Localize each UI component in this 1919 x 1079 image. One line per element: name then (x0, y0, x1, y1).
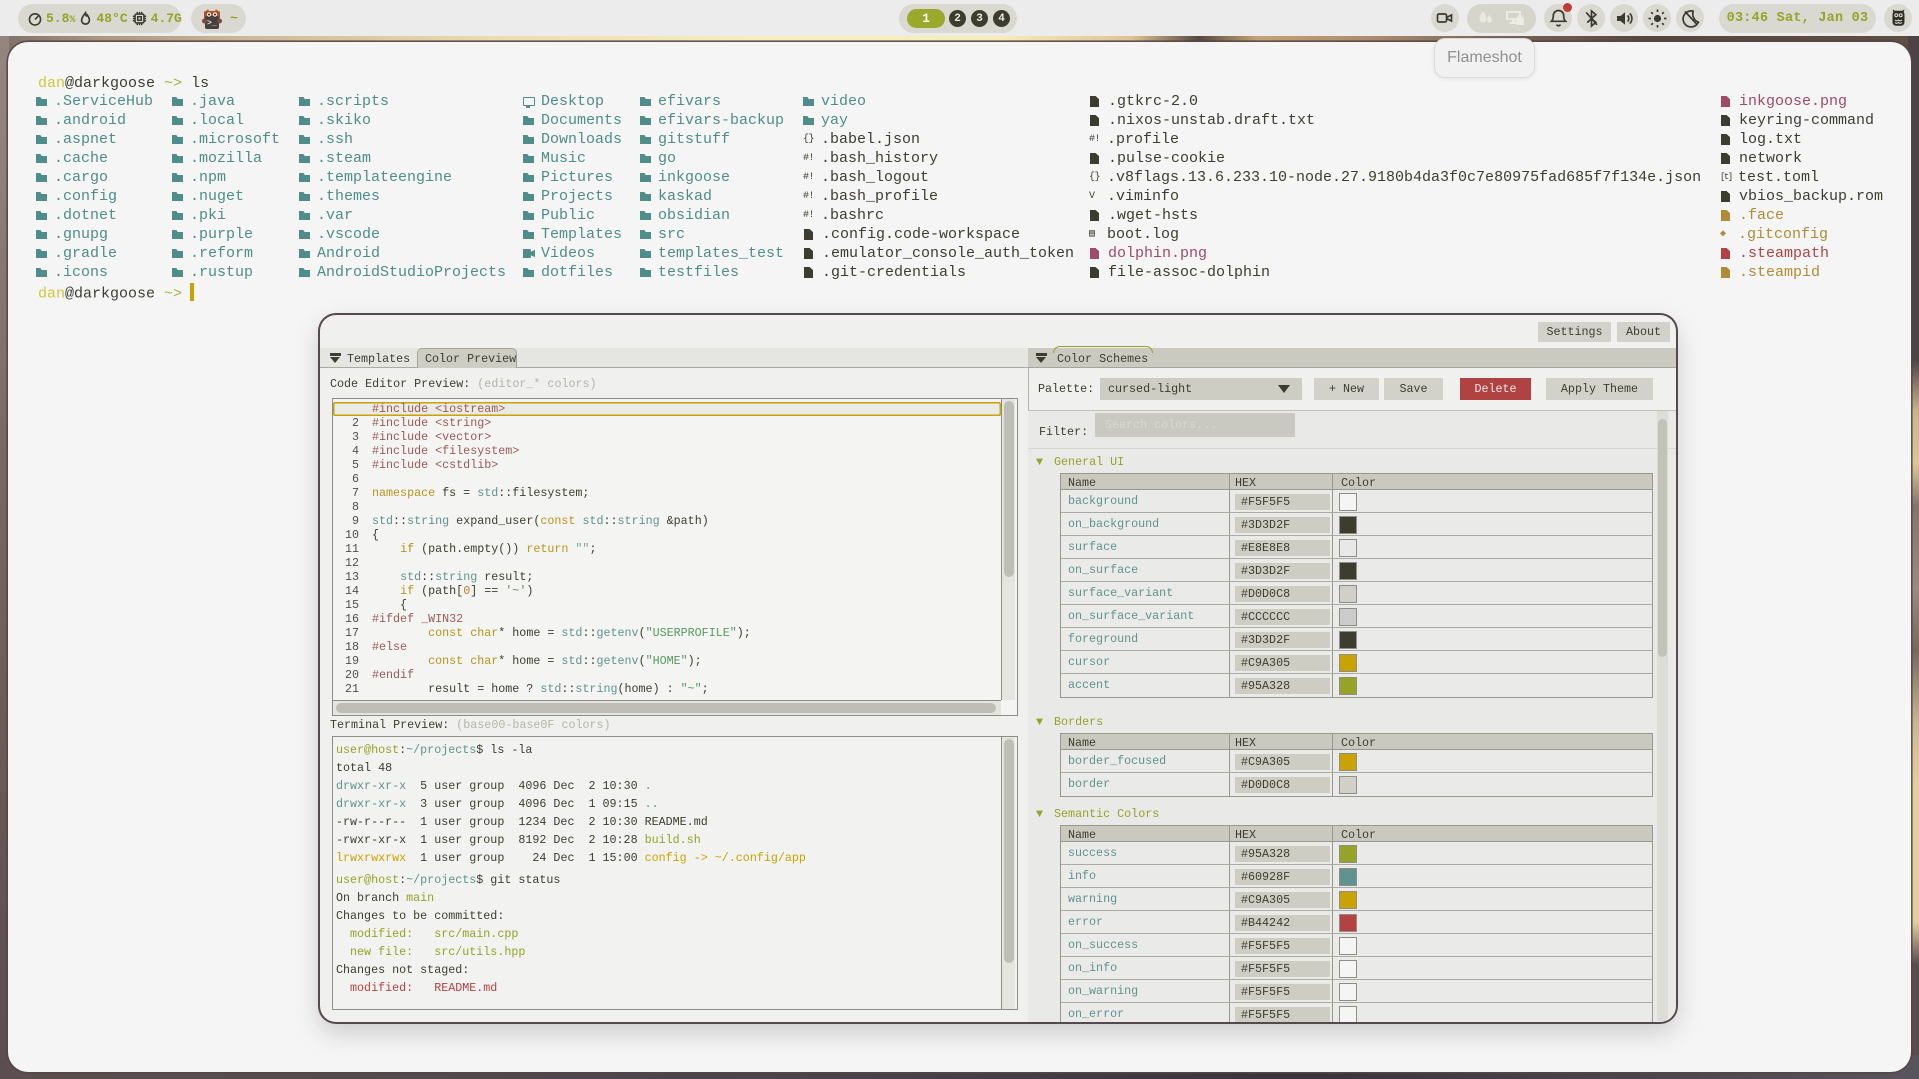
svg-text:>_: >_ (207, 19, 217, 28)
